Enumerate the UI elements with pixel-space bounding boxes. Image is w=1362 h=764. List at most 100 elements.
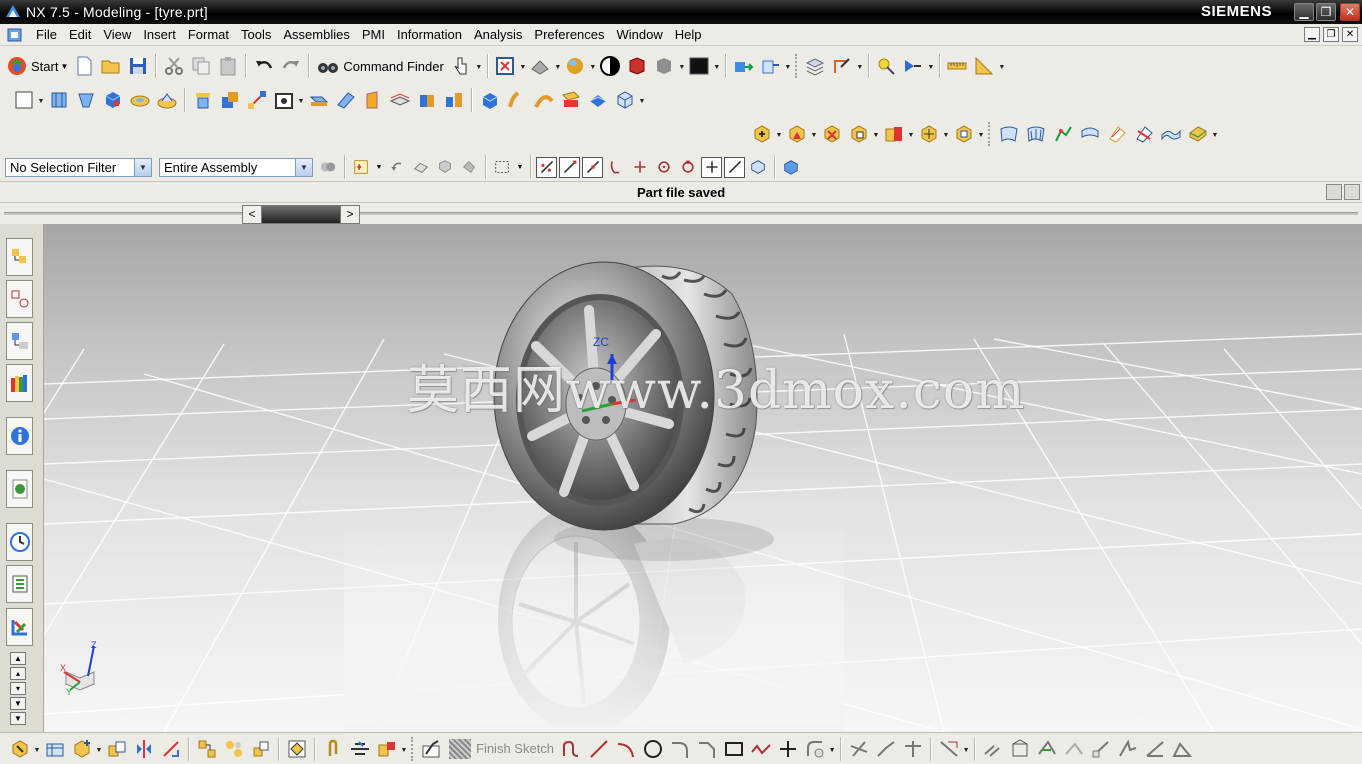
move-component-button[interactable] bbox=[915, 120, 942, 148]
minimize-button[interactable]: ▁ bbox=[1294, 3, 1314, 21]
dropdown-arrow[interactable]: ▼ bbox=[856, 52, 864, 80]
dropdown-arrow[interactable]: ▼ bbox=[962, 735, 970, 763]
dropdown-arrow[interactable]: ▼ bbox=[678, 52, 686, 80]
snap-point-button[interactable] bbox=[873, 52, 900, 80]
dropdown-arrow[interactable]: ▼ bbox=[638, 86, 646, 114]
profile-button[interactable] bbox=[558, 735, 585, 763]
graphics-window[interactable]: ZC 莫西网www.3dmox.com Z X Y bbox=[44, 224, 1362, 732]
dropdown-arrow[interactable]: ▼ bbox=[33, 735, 41, 763]
dimension-button[interactable] bbox=[935, 735, 962, 763]
new-parent-button[interactable] bbox=[68, 735, 95, 763]
revolve-button[interactable] bbox=[72, 86, 99, 114]
explode-view-button[interactable] bbox=[950, 120, 977, 148]
menu-preferences[interactable]: Preferences bbox=[528, 24, 610, 46]
wireframe-cube-button[interactable] bbox=[611, 86, 638, 114]
offset-face-button[interactable] bbox=[386, 86, 413, 114]
snap-quadrant-button[interactable] bbox=[677, 156, 699, 178]
dropdown-arrow[interactable]: ▼ bbox=[942, 120, 950, 148]
shaded-with-edges-button[interactable] bbox=[624, 52, 651, 80]
selection-scope-dropdown[interactable]: Entire Assembly ▼ bbox=[159, 157, 313, 177]
sketch-task-button[interactable] bbox=[418, 735, 445, 763]
cut-button[interactable] bbox=[160, 52, 187, 80]
trim-body-button[interactable] bbox=[413, 86, 440, 114]
edge-blend-button[interactable] bbox=[332, 86, 359, 114]
reset-filter-button[interactable] bbox=[317, 156, 339, 178]
touch-mode-button[interactable] bbox=[448, 52, 475, 80]
patch-button[interactable] bbox=[1184, 120, 1211, 148]
selection-filter-dropdown[interactable]: No Selection Filter ▼ bbox=[5, 157, 152, 177]
show-constraints-button[interactable] bbox=[1006, 735, 1033, 763]
mirror-feature-button[interactable] bbox=[503, 86, 530, 114]
menu-format[interactable]: Format bbox=[182, 24, 235, 46]
visual-effects-button[interactable] bbox=[597, 52, 624, 80]
point-button[interactable] bbox=[774, 735, 801, 763]
selection-intent-button[interactable] bbox=[900, 52, 927, 80]
menu-window[interactable]: Window bbox=[611, 24, 669, 46]
snap-end-point-button[interactable] bbox=[559, 156, 580, 178]
scroll-bottom-button[interactable]: ▼ bbox=[10, 712, 26, 725]
menu-tools[interactable]: Tools bbox=[235, 24, 277, 46]
snap-point-on-curve-button[interactable] bbox=[701, 156, 722, 178]
route-button[interactable] bbox=[346, 735, 373, 763]
dropdown-arrow[interactable]: ▼ bbox=[907, 120, 915, 148]
scroll-thumb[interactable] bbox=[262, 205, 340, 224]
block-button[interactable] bbox=[99, 86, 126, 114]
scroll-top-button[interactable]: ▲ bbox=[10, 652, 26, 665]
quick-extend-button[interactable] bbox=[872, 735, 899, 763]
undo-button[interactable] bbox=[250, 52, 277, 80]
shell-button[interactable] bbox=[270, 86, 297, 114]
select-bodies-button[interactable] bbox=[458, 156, 480, 178]
dropdown-arrow[interactable]: ▼ bbox=[95, 735, 103, 763]
assembly-navigator-tab[interactable] bbox=[6, 238, 33, 276]
rendering-style-button[interactable] bbox=[562, 52, 589, 80]
paste-button[interactable] bbox=[214, 52, 241, 80]
dropdown-arrow[interactable]: ▼ bbox=[519, 52, 527, 80]
process-studio-tab[interactable] bbox=[6, 565, 33, 603]
sew-button[interactable] bbox=[1157, 120, 1184, 148]
finish-sketch-button[interactable]: Finish Sketch bbox=[445, 735, 558, 763]
assembly-sequence-button[interactable] bbox=[41, 735, 68, 763]
dropdown-arrow[interactable]: ▼ bbox=[515, 156, 525, 178]
quick-trim-button[interactable] bbox=[845, 735, 872, 763]
document-icon[interactable] bbox=[6, 27, 24, 43]
view-triad[interactable]: Z X Y bbox=[60, 640, 100, 696]
scroll-right-button[interactable]: > bbox=[340, 205, 360, 224]
menu-assemblies[interactable]: Assemblies bbox=[277, 24, 355, 46]
chamfer-button[interactable] bbox=[305, 86, 332, 114]
toolbar-grip[interactable] bbox=[411, 736, 415, 761]
polygon-button[interactable] bbox=[747, 735, 774, 763]
dropdown-arrow[interactable]: ▼ bbox=[977, 120, 985, 148]
remove-component-button[interactable] bbox=[818, 120, 845, 148]
trim-sheet-button[interactable] bbox=[1130, 120, 1157, 148]
dropdown-arrow[interactable]: ▼ bbox=[927, 52, 935, 80]
cue-expand-button[interactable] bbox=[1344, 184, 1360, 200]
doc-minimize-button[interactable]: ▁ bbox=[1304, 27, 1320, 42]
toolbar-grip[interactable] bbox=[794, 54, 799, 78]
constraint-navigator-tab[interactable] bbox=[6, 280, 33, 318]
draft-button[interactable] bbox=[359, 86, 386, 114]
rectangle-button[interactable] bbox=[720, 735, 747, 763]
swept-button[interactable] bbox=[1076, 120, 1103, 148]
history-tab[interactable] bbox=[6, 523, 33, 561]
dropdown-arrow[interactable]: ▼ bbox=[374, 156, 384, 178]
geometric-constraint-button[interactable] bbox=[979, 735, 1006, 763]
part-navigator-tab[interactable] bbox=[6, 322, 33, 360]
close-button[interactable]: ✕ bbox=[1340, 3, 1360, 21]
dropdown-arrow[interactable]: ▼ bbox=[400, 735, 408, 763]
snap-point-on-surface-button[interactable] bbox=[724, 156, 745, 178]
line-button[interactable] bbox=[585, 735, 612, 763]
doc-restore-button[interactable]: ❐ bbox=[1323, 27, 1339, 42]
measure-angle-button[interactable] bbox=[971, 52, 998, 80]
copy-button[interactable] bbox=[187, 52, 214, 80]
studio-surface-button[interactable] bbox=[1049, 120, 1076, 148]
redo-button[interactable] bbox=[277, 52, 304, 80]
create-component-button[interactable] bbox=[783, 120, 810, 148]
wcs-display-button[interactable] bbox=[757, 52, 784, 80]
pattern-button[interactable] bbox=[476, 86, 503, 114]
shaded-button[interactable] bbox=[651, 52, 678, 80]
select-all-button[interactable] bbox=[350, 156, 372, 178]
alternate-solution-button[interactable] bbox=[1114, 735, 1141, 763]
scroll-page-down-button[interactable]: ▾ bbox=[10, 682, 26, 695]
dropdown-arrow[interactable]: ▼ bbox=[554, 52, 562, 80]
dropdown-arrow[interactable]: ▼ bbox=[784, 52, 792, 80]
